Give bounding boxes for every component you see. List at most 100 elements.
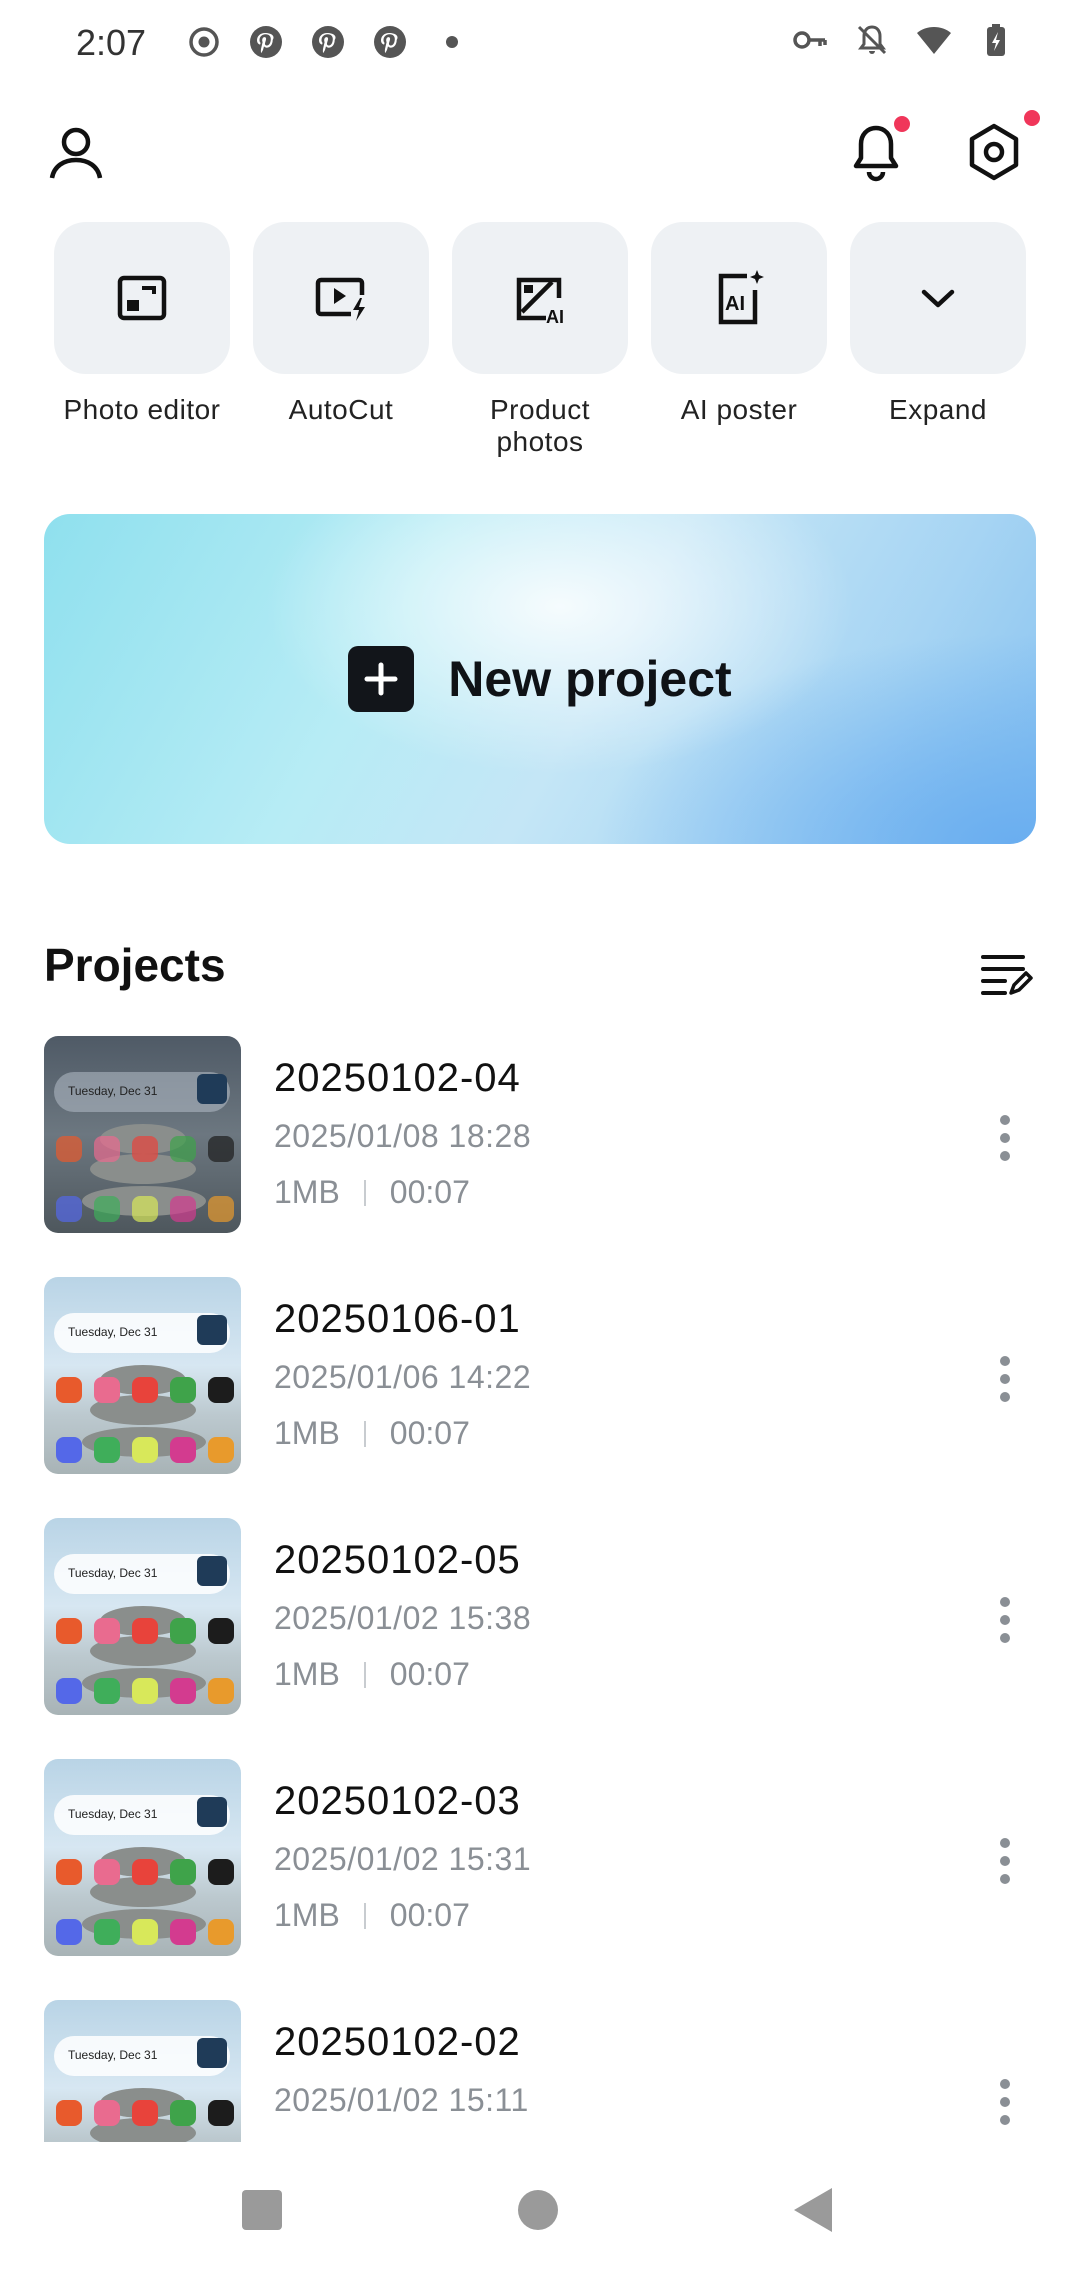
project-thumbnail: Tuesday, Dec 31 (44, 1036, 241, 1233)
project-more-button[interactable] (980, 1349, 1030, 1409)
project-duration: 00:07 (389, 1897, 470, 1933)
top-header (0, 110, 1080, 200)
thumbnail-app-icon (208, 1678, 234, 1704)
home-circle-icon (518, 2190, 558, 2230)
project-item[interactable]: Tuesday, Dec 31 20250102-05 2025/01/02 15:… (0, 1518, 1080, 1718)
project-thumbnail: Tuesday, Dec 31 (44, 1518, 241, 1715)
record-icon (186, 24, 222, 60)
project-size: 1MB (274, 1897, 340, 1933)
thumbnail-weather-widget (197, 2038, 227, 2068)
projects-edit-button[interactable] (976, 942, 1036, 1002)
tool-autocut[interactable]: AutoCut (253, 222, 429, 458)
project-item[interactable]: Tuesday, Dec 31 20250106-01 2025/01/06 14:… (0, 1277, 1080, 1477)
settings-button[interactable] (956, 110, 1040, 190)
project-date: 2025/01/08 18:28 (274, 1118, 532, 1154)
recents-button[interactable] (232, 2180, 292, 2240)
thumbnail-app-icon (56, 1618, 82, 1644)
thumbnail-app-icon (170, 2100, 196, 2126)
tool-tile[interactable] (54, 222, 230, 374)
vpn-key-icon (792, 22, 828, 58)
meta-divider (363, 1902, 366, 1929)
pinterest-icon (248, 24, 284, 60)
thumbnail-app-icon (94, 1678, 120, 1704)
thumbnail-app-icon (170, 1859, 196, 1885)
tool-tile[interactable]: AI (452, 222, 628, 374)
new-project-label: New project (448, 651, 732, 707)
thumbnail-app-icon (94, 2100, 120, 2126)
project-size: 1MB (274, 1174, 340, 1210)
thumbnail-weather-widget (197, 1797, 227, 1827)
project-item[interactable]: Tuesday, Dec 31 20250102-03 2025/01/02 15:… (0, 1759, 1080, 1959)
project-duration: 00:07 (389, 1415, 470, 1451)
thumbnail-app-icon (56, 2100, 82, 2126)
thumbnail-app-icon (132, 1136, 158, 1162)
pinterest-icon (310, 24, 346, 60)
project-date: 2025/01/02 15:31 (274, 1841, 532, 1877)
thumbnail-app-icon (170, 1437, 196, 1463)
notification-badge (894, 116, 910, 132)
svg-text:AI: AI (725, 293, 745, 315)
project-meta: 1MB 00:07 (274, 1897, 470, 1934)
battery-charging-icon (978, 22, 1014, 58)
profile-button[interactable] (38, 114, 114, 190)
autocut-icon (315, 277, 365, 321)
tools-row: Photo editor AutoCut AI Product photos A… (54, 222, 1026, 458)
hexagon-settings-icon (969, 123, 1019, 181)
tool-label: Product photos (490, 394, 590, 457)
tool-tile[interactable] (253, 222, 429, 374)
project-more-button[interactable] (980, 2072, 1030, 2132)
thumbnail-app-icon (208, 1377, 234, 1403)
project-more-button[interactable] (980, 1831, 1030, 1891)
thumbnail-app-icon (170, 1618, 196, 1644)
thumbnail-app-icon (94, 1136, 120, 1162)
dot-icon (434, 24, 470, 60)
project-size: 1MB (274, 1415, 340, 1451)
tool-tile[interactable] (850, 222, 1026, 374)
notifications-button[interactable] (838, 114, 914, 190)
thumbnail-app-icon (132, 1678, 158, 1704)
project-item[interactable]: Tuesday, Dec 31 20250102-04 2025/01/08 18:… (0, 1036, 1080, 1236)
tool-label: Expand (889, 394, 987, 425)
thumbnail-app-icon (170, 1377, 196, 1403)
back-button[interactable] (784, 2180, 844, 2240)
tool-photo-editor[interactable]: Photo editor (54, 222, 230, 458)
back-triangle-icon (794, 2188, 832, 2232)
thumbnail-app-icon (132, 2100, 158, 2126)
more-vertical-icon (1000, 1115, 1010, 1161)
thumbnail-app-icon (208, 1919, 234, 1945)
thumbnail-app-icon (132, 1919, 158, 1945)
more-vertical-icon (1000, 1356, 1010, 1402)
tool-tile[interactable]: AI (651, 222, 827, 374)
thumbnail-app-icon (56, 1377, 82, 1403)
project-thumbnail: Tuesday, Dec 31 (44, 1277, 241, 1474)
thumbnail-weather-widget (197, 1074, 227, 1104)
projects-title: Projects (44, 939, 226, 991)
thumbnail-app-icon (208, 1618, 234, 1644)
project-duration: 00:07 (389, 1174, 470, 1210)
status-time: 2:07 (76, 22, 147, 63)
meta-divider (363, 1420, 366, 1447)
thumbnail-app-icon (132, 1377, 158, 1403)
project-item[interactable]: Tuesday, Dec 31 20250102-02 2025/01/02 15:… (0, 2000, 1080, 2142)
thumbnail-app-icon (132, 1437, 158, 1463)
home-button[interactable] (508, 2180, 568, 2240)
tool-ai-poster[interactable]: AI AI poster (651, 222, 827, 458)
new-project-button[interactable]: New project (44, 514, 1036, 844)
project-more-button[interactable] (980, 1108, 1030, 1168)
thumbnail-app-icon (94, 1618, 120, 1644)
project-meta: 1MB 00:07 (274, 1656, 470, 1693)
tool-expand[interactable]: Expand (850, 222, 1026, 458)
bell-off-icon (854, 22, 890, 58)
thumbnail-app-icon (56, 1859, 82, 1885)
status-notification-icons (186, 24, 470, 60)
more-vertical-icon (1000, 1838, 1010, 1884)
pinterest-icon (372, 24, 408, 60)
thumbnail-app-icon (94, 1196, 120, 1222)
project-more-button[interactable] (980, 1590, 1030, 1650)
project-date: 2025/01/02 15:11 (274, 2082, 529, 2118)
project-name: 20250102-05 (274, 1538, 521, 1582)
status-bar: 2:07 (0, 0, 1080, 90)
thumbnail-weather-widget (197, 1556, 227, 1586)
settings-badge (1024, 110, 1040, 126)
tool-product-photos[interactable]: AI Product photos (452, 222, 628, 458)
